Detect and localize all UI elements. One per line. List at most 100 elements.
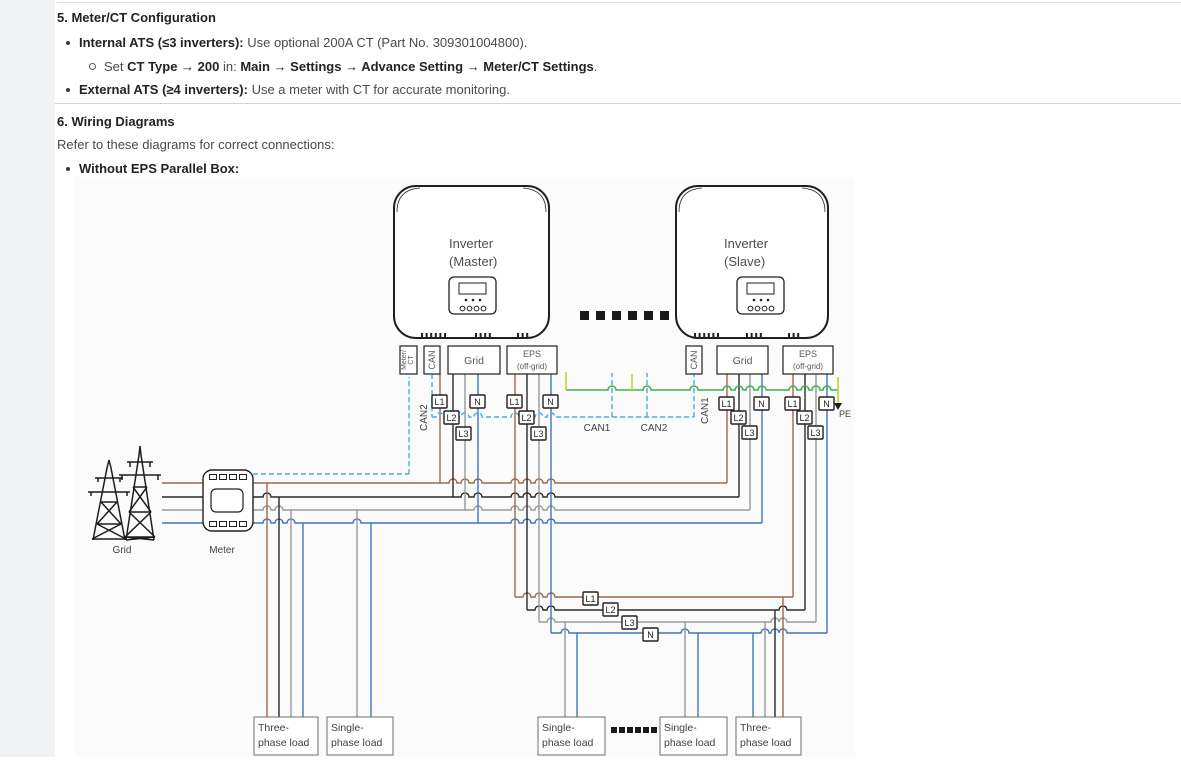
section5-heading: 5. Meter/CT Configuration: [57, 10, 216, 25]
dot-square: [660, 311, 669, 320]
wire-label-n: N: [819, 397, 834, 410]
wire-label-l1: L1: [785, 397, 800, 410]
terminal-tick: [526, 333, 528, 338]
port-meter-ct-label2: CT: [408, 355, 415, 365]
terminal-tick: [694, 333, 696, 338]
wire-label-l1: L1: [432, 395, 447, 408]
wire-label-text: L3: [744, 428, 754, 438]
wire-label-text: L2: [799, 413, 809, 423]
terminal-tick: [439, 333, 441, 338]
terminal-tick: [788, 333, 790, 338]
wire-label-text: N: [758, 399, 765, 409]
bullet-without-eps: Without EPS Parallel Box:: [55, 161, 239, 176]
port-grid-slave-label: Grid: [733, 355, 753, 367]
wire-label-text: L2: [605, 605, 615, 615]
sub-bullet-ct-type: Set CT Type → 200 in: Main → Settings → …: [55, 59, 597, 74]
dot-square: [635, 727, 641, 733]
inverter-slave-name: Inverter: [724, 236, 769, 251]
wire-label-text: L1: [787, 399, 797, 409]
wiring-diagram-svg: PE Grid Me: [75, 177, 855, 757]
grid-caption: Grid: [113, 545, 132, 556]
port-eps-slave-label1: EPS: [799, 349, 817, 359]
can2-bus-label: CAN2: [641, 423, 668, 434]
load-label-line2: phase load: [542, 737, 594, 749]
hollow-bullet-icon: [89, 63, 96, 70]
load-label-line2: phase load: [664, 737, 716, 749]
port-can-master-label: CAN: [427, 350, 437, 369]
terminal-tick: [522, 333, 524, 338]
can2-meter-line: [253, 377, 409, 474]
dot-square: [580, 311, 589, 320]
terminal-tick: [699, 333, 701, 338]
terminal-tick: [484, 333, 486, 338]
wire-label-l2: L2: [731, 411, 746, 424]
port-grid-master-label: Grid: [464, 355, 484, 367]
load-label-line1: Single-: [664, 722, 697, 734]
left-margin: [0, 0, 55, 757]
dot-square: [651, 727, 657, 733]
wire-label-text: L2: [446, 413, 456, 423]
wire-label-l1: L1: [719, 397, 734, 410]
section6-heading: 6. Wiring Diagrams: [57, 114, 175, 129]
wire-label-l3: L3: [622, 616, 637, 629]
terminal-tick: [746, 333, 748, 338]
dot-square: [628, 311, 637, 320]
wire-label-text: L2: [521, 413, 531, 423]
terminal-tick: [489, 333, 491, 338]
load-label-line2: phase load: [258, 737, 310, 749]
terminal-tick: [430, 333, 432, 338]
wire-label-n: N: [754, 397, 769, 410]
load-label-line1: Three-: [740, 722, 771, 734]
wire-label-l1: L1: [583, 592, 598, 605]
pe-bus: [566, 386, 838, 390]
meter-caption: Meter: [209, 545, 235, 556]
wire-label-l2: L2: [519, 411, 534, 424]
wire-label-l2: L2: [603, 603, 618, 616]
wire-label-l1: L1: [507, 395, 522, 408]
port-eps-slave-label2: (off-grid): [793, 362, 823, 371]
more-inverters-dots-icon: [580, 311, 669, 320]
grid-towers-icon: [88, 446, 161, 540]
terminal-tick: [421, 333, 423, 338]
wire-label-text: L3: [810, 428, 820, 438]
terminal-tick: [755, 333, 757, 338]
generated-labels: L1L2L3NL1L2L3NL1L2L3NL1L2L3NL1L2L3NThree…: [254, 395, 834, 755]
wire-label-text: N: [547, 397, 554, 407]
load-box-1: Single-phase load: [327, 717, 393, 755]
terminal-tick: [797, 333, 799, 338]
pe-label: PE: [839, 409, 851, 419]
wire-label-text: L1: [434, 397, 444, 407]
wire-label-l3: L3: [742, 426, 757, 439]
can1-bus-label: CAN1: [584, 423, 611, 434]
document-content: 5. Meter/CT Configuration Internal ATS (…: [55, 0, 1181, 757]
can2-meter-label: CAN2: [419, 404, 430, 431]
terminal-tick: [751, 333, 753, 338]
wire-label-l3: L3: [456, 427, 471, 440]
wire-label-text: N: [823, 399, 830, 409]
wire-label-n: N: [470, 395, 485, 408]
wiring-diagram: PE Grid Me: [75, 177, 855, 757]
terminal-tick: [760, 333, 762, 338]
terminal-tick: [712, 333, 714, 338]
wire-label-l3: L3: [808, 426, 823, 439]
inverter-master-role: (Master): [449, 254, 497, 269]
bullet-external-ats-text: External ATS (≥4 inverters): Use a meter…: [79, 82, 510, 97]
load-label-line1: Three-: [258, 722, 289, 734]
port-eps-master-label1: EPS: [523, 349, 541, 359]
top-divider: [57, 2, 1181, 3]
bullet-internal-ats: Internal ATS (≤3 inverters): Use optiona…: [55, 35, 527, 50]
dot-square: [596, 311, 605, 320]
wire-label-text: L2: [733, 413, 743, 423]
port-eps-master-label2: (off-grid): [517, 362, 547, 371]
meter: [203, 470, 253, 531]
load-box-3: Single-phase load: [660, 717, 727, 755]
load-label-line1: Single-: [542, 722, 575, 734]
section-divider: [55, 103, 1181, 104]
wire-label-text: N: [647, 630, 654, 640]
terminal-tick: [444, 333, 446, 338]
inverter-slave: Inverter (Slave): [676, 186, 828, 338]
bullet-dot-icon: [66, 88, 70, 92]
wire-label-text: N: [474, 397, 481, 407]
terminal-tick: [793, 333, 795, 338]
meter-screen: [211, 489, 243, 512]
